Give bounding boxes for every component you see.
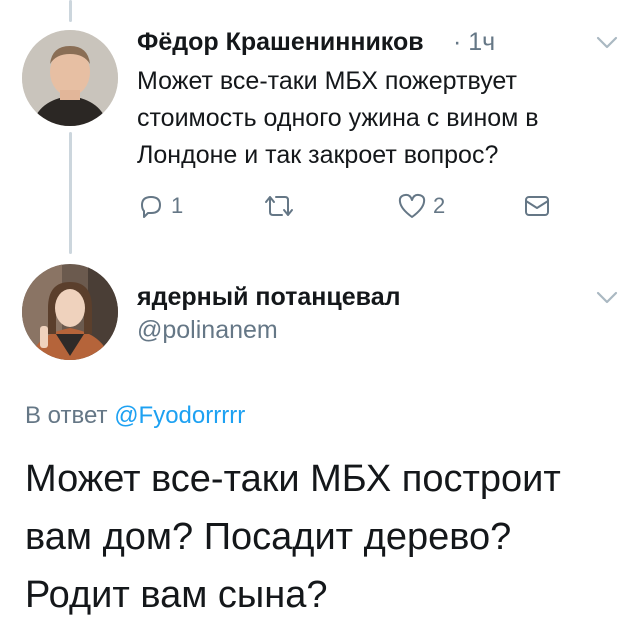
reply-context: В ответ @Fyodorrrrr: [25, 402, 245, 430]
retweet-icon: [265, 196, 293, 216]
chevron-down-icon[interactable]: [596, 291, 618, 305]
author-name[interactable]: Фёдор Крашенинников: [137, 28, 424, 57]
avatar-fyodor[interactable]: [22, 30, 118, 126]
avatar-polinanem[interactable]: [22, 264, 118, 360]
retweet-button[interactable]: [262, 192, 302, 220]
chevron-down-icon[interactable]: [596, 36, 618, 50]
direct-message-icon: [525, 196, 549, 216]
reply-button[interactable]: 1: [137, 192, 183, 220]
separator-dot: ·: [453, 28, 462, 56]
reply-mention-link[interactable]: @Fyodorrrrr: [114, 402, 245, 429]
timestamp[interactable]: 1ч: [468, 28, 495, 56]
author-name[interactable]: ядерный потанцевал: [137, 283, 401, 312]
reply-icon: [141, 196, 161, 218]
like-button[interactable]: 2: [397, 192, 445, 220]
thread-line-top: [69, 0, 72, 22]
like-count: 2: [433, 193, 446, 218]
direct-message-button[interactable]: [523, 193, 551, 219]
thread-line-middle: [69, 132, 72, 254]
tweet-text: Может все-таки МБХ построит вам дом? Пос…: [25, 458, 561, 616]
reply-count: 1: [171, 193, 184, 218]
like-icon: [398, 193, 426, 218]
tweet-text: Может все-таки МБХ пожертвует стоимость …: [137, 67, 539, 169]
author-handle[interactable]: @polinanem: [137, 316, 278, 345]
reply-prefix: В ответ: [25, 402, 108, 429]
